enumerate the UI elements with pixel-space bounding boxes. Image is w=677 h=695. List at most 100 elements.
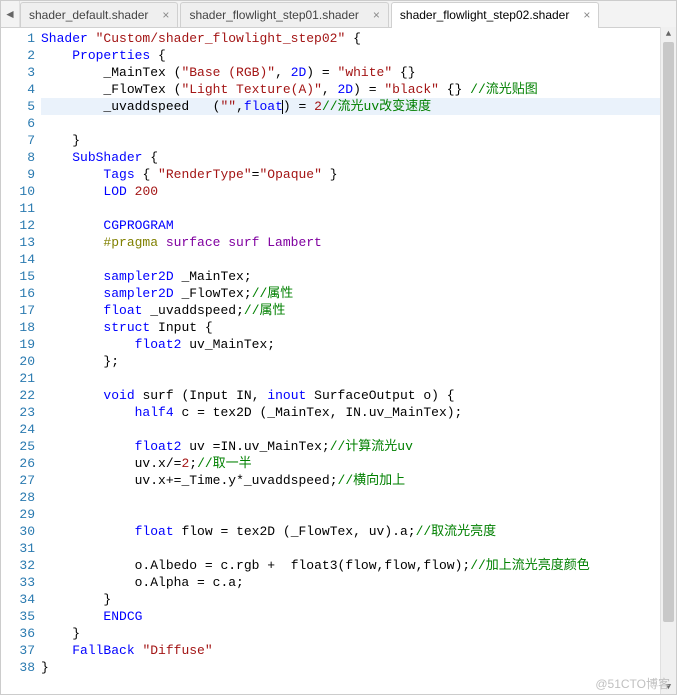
token-ident: tex2D: [236, 524, 275, 539]
token-op: );: [455, 558, 471, 573]
token-op: (: [174, 388, 190, 403]
tab[interactable]: shader_flowlight_step02.shader×: [391, 2, 599, 28]
code-line[interactable]: void surf (Input IN, inout SurfaceOutput…: [41, 387, 676, 404]
code-line[interactable]: half4 c = tex2D (_MainTex, IN.uv_MainTex…: [41, 404, 676, 421]
code-line[interactable]: }: [41, 659, 676, 676]
token-op: {: [135, 167, 158, 182]
token-ident: uv.x: [135, 456, 166, 471]
code-line[interactable]: }: [41, 591, 676, 608]
code-area[interactable]: Shader "Custom/shader_flowlight_step02" …: [41, 28, 676, 694]
token-op: ,: [322, 82, 338, 97]
token-ident: _FlowTex: [291, 524, 353, 539]
line-number: 12: [1, 217, 35, 234]
token-op: [41, 558, 135, 573]
token-num: 2: [314, 99, 322, 114]
code-line[interactable]: Properties {: [41, 47, 676, 64]
token-comment: //流光uv改变速度: [322, 99, 431, 114]
code-line[interactable]: sampler2D _FlowTex;//属性: [41, 285, 676, 302]
token-op: [41, 269, 103, 284]
token-op: ,: [252, 388, 268, 403]
token-str: "Custom/shader_flowlight_step02": [96, 31, 346, 46]
code-line[interactable]: float2 uv =IN.uv_MainTex;//计算流光uv: [41, 438, 676, 455]
code-line[interactable]: o.Albedo = c.rgb + float3(flow,flow,flow…: [41, 557, 676, 574]
line-number: 1: [1, 30, 35, 47]
line-number: 19: [1, 336, 35, 353]
code-line[interactable]: [41, 506, 676, 523]
code-line[interactable]: uv.x/=2;//取一半: [41, 455, 676, 472]
token-op: [41, 303, 103, 318]
code-line[interactable]: uv.x+=_Time.y*_uvaddspeed;//横向加上: [41, 472, 676, 489]
token-str: "Diffuse": [142, 643, 212, 658]
line-number: 9: [1, 166, 35, 183]
line-number: 28: [1, 489, 35, 506]
code-line[interactable]: o.Alpha = c.a;: [41, 574, 676, 591]
scroll-thumb[interactable]: [663, 42, 674, 622]
token-op: ;: [236, 575, 244, 590]
code-line[interactable]: LOD 200: [41, 183, 676, 200]
token-ident: o.Alpha: [135, 575, 190, 590]
code-line[interactable]: CGPROGRAM: [41, 217, 676, 234]
line-number: 24: [1, 421, 35, 438]
token-op: =: [189, 405, 212, 420]
token-ident: o.Albedo: [135, 558, 197, 573]
watermark-text: @51CTO博客: [595, 675, 670, 692]
code-line[interactable]: _uvaddspeed ("",float) = 2//流光uv改变速度: [41, 98, 676, 115]
vertical-scrollbar[interactable]: ▲ ▼: [660, 27, 676, 694]
token-op: {: [142, 150, 158, 165]
tab-nav-prev[interactable]: ◄: [1, 1, 20, 27]
line-number: 27: [1, 472, 35, 489]
code-line[interactable]: float2 uv_MainTex;: [41, 336, 676, 353]
token-kw: float: [103, 303, 142, 318]
line-number: 26: [1, 455, 35, 472]
code-line[interactable]: ENDCG: [41, 608, 676, 625]
line-number: 22: [1, 387, 35, 404]
code-line[interactable]: [41, 251, 676, 268]
code-line[interactable]: struct Input {: [41, 319, 676, 336]
close-icon[interactable]: ×: [373, 8, 380, 22]
tab[interactable]: shader_flowlight_step01.shader×: [180, 2, 388, 27]
code-line[interactable]: [41, 540, 676, 557]
token-comment: //流光贴图: [470, 82, 538, 97]
code-line[interactable]: float _uvaddspeed;//属性: [41, 302, 676, 319]
token-op: [150, 320, 158, 335]
code-line[interactable]: Tags { "RenderType"="Opaque" }: [41, 166, 676, 183]
code-line[interactable]: _MainTex ("Base (RGB)", 2D) = "white" {}: [41, 64, 676, 81]
token-num: 200: [135, 184, 158, 199]
tab[interactable]: shader_default.shader×: [20, 2, 178, 27]
token-op: =: [205, 439, 221, 454]
code-line[interactable]: FallBack "Diffuse": [41, 642, 676, 659]
token-op: }: [322, 167, 338, 182]
token-str: "Base (RGB)": [181, 65, 275, 80]
token-op: ) =: [353, 82, 384, 97]
code-line[interactable]: SubShader {: [41, 149, 676, 166]
code-line[interactable]: _FlowTex ("Light Texture(A)", 2D) = "bla…: [41, 81, 676, 98]
code-line[interactable]: [41, 115, 676, 132]
token-kw: Properties: [72, 48, 150, 63]
token-str: "black": [384, 82, 439, 97]
close-icon[interactable]: ×: [162, 8, 169, 22]
token-op: /=: [166, 456, 182, 471]
close-icon[interactable]: ×: [583, 8, 590, 22]
token-op: ,: [353, 524, 369, 539]
code-line[interactable]: [41, 489, 676, 506]
code-line[interactable]: };: [41, 353, 676, 370]
code-line[interactable]: [41, 200, 676, 217]
scroll-up-icon[interactable]: ▲: [661, 27, 676, 41]
code-line[interactable]: sampler2D _MainTex;: [41, 268, 676, 285]
code-line[interactable]: float flow = tex2D (_FlowTex, uv).a;//取流…: [41, 523, 676, 540]
token-op: ,: [275, 65, 291, 80]
token-op: [41, 320, 103, 335]
line-number: 14: [1, 251, 35, 268]
token-kw: float2: [135, 439, 182, 454]
code-line[interactable]: [41, 421, 676, 438]
line-number: 32: [1, 557, 35, 574]
code-editor[interactable]: 1234567891011121314151617181920212223242…: [1, 28, 676, 694]
code-line[interactable]: }: [41, 132, 676, 149]
code-line[interactable]: }: [41, 625, 676, 642]
code-line[interactable]: [41, 370, 676, 387]
code-line[interactable]: #pragma surface surf Lambert: [41, 234, 676, 251]
token-kw: 2D: [338, 82, 354, 97]
code-line[interactable]: Shader "Custom/shader_flowlight_step02" …: [41, 30, 676, 47]
token-ident: _FlowTex: [181, 286, 243, 301]
token-op: =: [197, 558, 220, 573]
